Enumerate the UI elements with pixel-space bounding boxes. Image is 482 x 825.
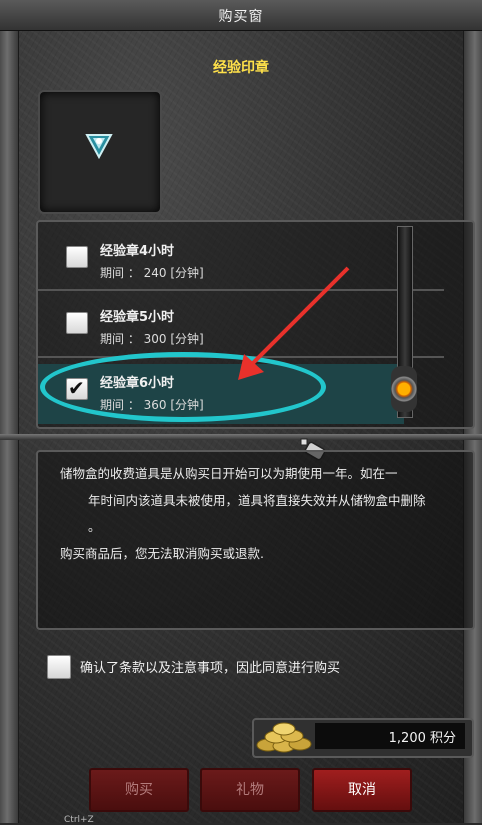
frame-border-left bbox=[0, 0, 19, 823]
notice-line: 购买商品后，您无法取消购买或退款. bbox=[60, 546, 264, 561]
section-divider bbox=[0, 434, 482, 440]
jewel-icon bbox=[85, 134, 113, 160]
shortcut-hint: Ctrl+Z bbox=[64, 815, 94, 825]
scrollbar-thumb[interactable] bbox=[391, 366, 417, 412]
cancel-button[interactable]: 取消 bbox=[312, 768, 412, 812]
coins-icon bbox=[256, 722, 312, 753]
option-label: 经验章5小时 bbox=[100, 310, 175, 325]
option-checkbox-4h[interactable] bbox=[66, 246, 88, 268]
option-checkbox-5h[interactable] bbox=[66, 312, 88, 334]
item-name-heading: 经验印章 bbox=[213, 60, 269, 76]
buy-button[interactable]: 购买 bbox=[89, 768, 189, 812]
agree-checkbox[interactable] bbox=[47, 655, 71, 679]
window-title: 购买窗 bbox=[218, 9, 264, 25]
notice-line: 年时间内该道具未被使用，道具将直接失效并从储物盒中删除 bbox=[88, 493, 426, 508]
option-period: 期间 ： 300 [分钟] bbox=[100, 332, 204, 346]
option-period: 期间 ： 240 [分钟] bbox=[100, 266, 204, 280]
price-value: 1,200 积分 bbox=[388, 731, 456, 746]
agree-label: 确认了条款以及注意事项，因此同意进行购买 bbox=[80, 661, 341, 676]
red-arrow-annotation bbox=[238, 266, 350, 380]
option-label: 经验章4小时 bbox=[100, 244, 175, 259]
notice-line: 。 bbox=[88, 519, 101, 534]
gift-button[interactable]: 礼物 bbox=[200, 768, 300, 812]
notice-line: 储物盒的收费道具是从购买日开始可以为期使用一年。如在一 bbox=[60, 466, 398, 481]
